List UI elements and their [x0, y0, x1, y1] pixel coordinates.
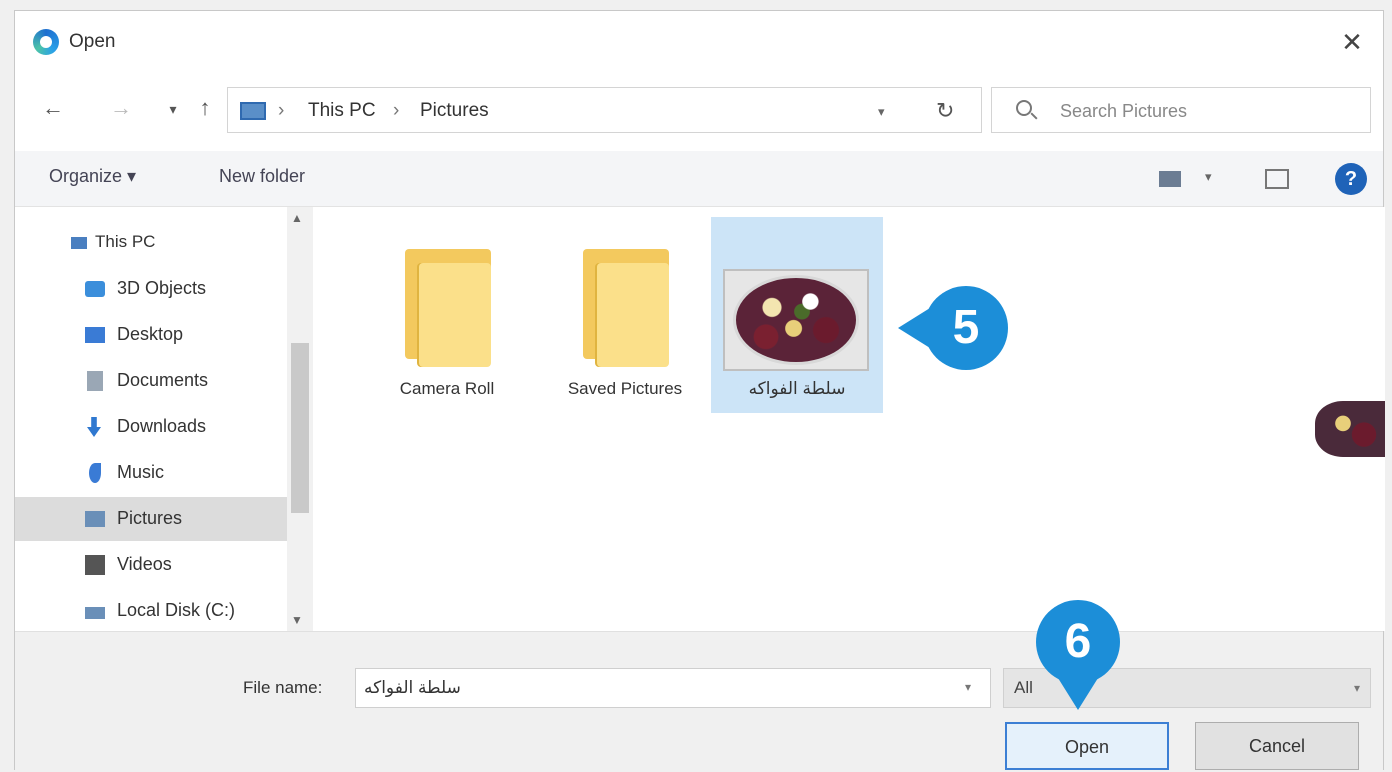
sidebar-item-label: Desktop — [117, 324, 184, 344]
breadcrumb-separator: › — [278, 100, 285, 121]
recent-locations-dropdown[interactable]: ▾ — [159, 101, 187, 118]
sidebar-item-label: This PC — [95, 232, 156, 251]
window-title: Open — [69, 31, 116, 52]
forward-button[interactable]: → — [107, 95, 135, 121]
fruit-salad-picture — [733, 275, 859, 365]
file-name-field[interactable]: سلطة الفواكه — [355, 668, 991, 708]
sidebar-item-pictures[interactable]: Pictures — [15, 497, 287, 541]
sidebar-item-this-pc[interactable]: This PC — [15, 221, 287, 265]
cube-icon — [85, 281, 105, 297]
sidebar-item-label: Pictures — [117, 508, 183, 528]
sidebar-item-label: Music — [117, 462, 165, 482]
preview-pane-icon[interactable] — [1265, 169, 1289, 189]
image-thumbnail — [723, 269, 869, 371]
sidebar-item-downloads[interactable]: Downloads — [15, 405, 287, 449]
new-folder-button[interactable]: New folder — [219, 166, 305, 187]
sidebar-item-documents[interactable]: Documents — [15, 359, 287, 403]
organize-button[interactable]: Organize ▾ — [49, 166, 136, 187]
edge-app-icon — [33, 29, 59, 55]
open-button[interactable]: Open — [1005, 722, 1169, 770]
sidebar-item-music[interactable]: Music — [15, 451, 287, 495]
scroll-up-icon[interactable]: ▲ — [291, 211, 303, 225]
file-item-camera-roll[interactable]: Camera Roll — [361, 217, 533, 413]
address-bar[interactable]: › This PC › Pictures ▾ ↻ — [227, 87, 982, 133]
file-type-value: All — [1014, 678, 1033, 697]
folder-icon-front — [419, 263, 491, 367]
cancel-button[interactable]: Cancel — [1195, 722, 1359, 770]
breadcrumb-this-pc[interactable]: This PC — [308, 100, 376, 122]
folder-icon-front — [597, 263, 669, 367]
dialog-footer: File name: سلطة الفواكه ▾ All ▾ Open Can… — [15, 631, 1383, 771]
address-dropdown-icon[interactable]: ▾ — [878, 104, 885, 120]
open-file-dialog: Open ✕ ← → ▾ ↑ › This PC › Pictures ▾ ↻ … — [14, 10, 1385, 771]
sidebar-item-label: 3D Objects — [117, 278, 207, 298]
sidebar-item-videos[interactable]: Videos — [15, 543, 287, 587]
search-placeholder: Search Pictures — [1060, 101, 1188, 121]
view-dropdown-icon[interactable]: ▾ — [1205, 169, 1212, 185]
sidebar-item-label: Documents — [117, 370, 209, 390]
file-name-field-label: File name: — [243, 678, 323, 697]
file-item-saved-pictures[interactable]: Saved Pictures — [539, 217, 711, 413]
pictures-icon — [85, 511, 105, 527]
sidebar-item-label: Videos — [117, 554, 172, 574]
search-icon — [1016, 100, 1032, 116]
scroll-down-icon[interactable]: ▼ — [291, 613, 303, 627]
folder-icon — [583, 249, 669, 367]
music-icon — [89, 463, 101, 483]
command-toolbar: Organize ▾ New folder ▾ ? — [15, 151, 1383, 207]
back-button[interactable]: ← — [39, 95, 67, 121]
sidebar-item-label: Downloads — [117, 416, 207, 436]
preview-thumbnail — [1315, 401, 1385, 457]
documents-icon — [87, 371, 103, 391]
step-callout-6: 6 — [1036, 600, 1120, 710]
pc-icon — [71, 237, 87, 249]
breadcrumb-separator: › — [393, 100, 400, 121]
navigation-row: ← → ▾ ↑ › This PC › Pictures ▾ ↻ Search … — [15, 79, 1383, 143]
pictures-location-icon — [240, 102, 266, 120]
file-name-label: Saved Pictures — [567, 379, 683, 398]
close-button[interactable]: ✕ — [1335, 25, 1369, 59]
sidebar-item-label: Local Disk (C:) — [117, 600, 236, 620]
title-bar: Open ✕ — [15, 11, 1383, 73]
videos-icon — [85, 555, 105, 575]
download-icon — [87, 417, 101, 437]
help-icon[interactable]: ? — [1335, 163, 1367, 195]
folder-icon — [405, 249, 491, 367]
file-name-dropdown-icon[interactable]: ▾ — [965, 680, 971, 694]
scrollbar-thumb[interactable] — [291, 343, 309, 513]
search-input[interactable]: Search Pictures — [991, 87, 1371, 133]
sidebar-item-local-disk[interactable]: Local Disk (C:) — [15, 589, 287, 633]
navigation-pane: This PC 3D Objects Desktop Documents Dow… — [15, 207, 315, 631]
breadcrumb-pictures[interactable]: Pictures — [420, 100, 489, 122]
file-name-label: Camera Roll — [399, 379, 495, 398]
step-callout-5: 5 — [898, 286, 1008, 370]
file-list: Camera Roll Saved Pictures سلطة الفواكه — [315, 207, 1385, 631]
up-button[interactable]: ↑ — [191, 95, 219, 121]
file-item-fruit-salad-image[interactable]: سلطة الفواكه — [711, 217, 883, 413]
sidebar-scrollbar[interactable]: ▲ ▼ — [287, 207, 313, 631]
chevron-down-icon: ▾ — [1353, 681, 1360, 695]
sidebar-item-3d-objects[interactable]: 3D Objects — [15, 267, 287, 311]
sidebar-item-desktop[interactable]: Desktop — [15, 313, 287, 357]
view-options-icon[interactable] — [1159, 171, 1181, 187]
disk-icon — [85, 607, 105, 619]
file-name-label: سلطة الفواكه — [748, 379, 846, 398]
desktop-icon — [85, 327, 105, 343]
refresh-icon[interactable]: ↻ — [936, 98, 954, 124]
